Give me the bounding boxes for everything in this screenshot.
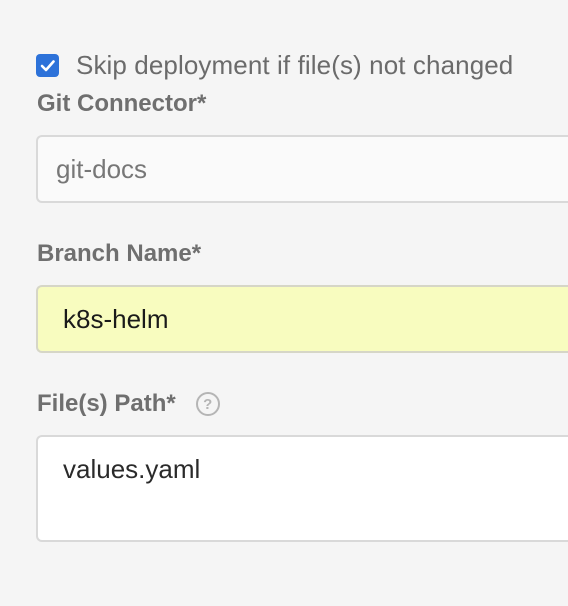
git-connector-value: git-docs <box>56 153 148 184</box>
skip-deployment-checkbox[interactable] <box>36 53 59 77</box>
files-path-textarea[interactable]: values.yaml <box>36 435 568 542</box>
files-path-label: File(s) Path* ? <box>37 390 220 418</box>
files-path-label-text: File(s) Path* <box>37 390 176 417</box>
branch-name-label-text: Branch Name* <box>37 240 202 267</box>
branch-name-value: k8s-helm <box>63 303 169 334</box>
git-connector-field[interactable]: git-docs <box>36 135 568 203</box>
branch-name-input[interactable]: k8s-helm <box>36 285 568 353</box>
git-connector-label-text: Git Connector* <box>37 90 207 117</box>
files-path-value: values.yaml <box>63 454 201 484</box>
deployment-settings-panel: Skip deployment if file(s) not changed G… <box>0 0 568 606</box>
skip-deployment-label[interactable]: Skip deployment if file(s) not changed <box>76 50 513 81</box>
check-icon <box>40 59 55 71</box>
branch-name-label: Branch Name* <box>37 240 201 268</box>
skip-deployment-row[interactable]: Skip deployment if file(s) not changed <box>36 50 513 81</box>
help-icon[interactable]: ? <box>195 392 220 416</box>
git-connector-label: Git Connector* <box>37 90 206 118</box>
